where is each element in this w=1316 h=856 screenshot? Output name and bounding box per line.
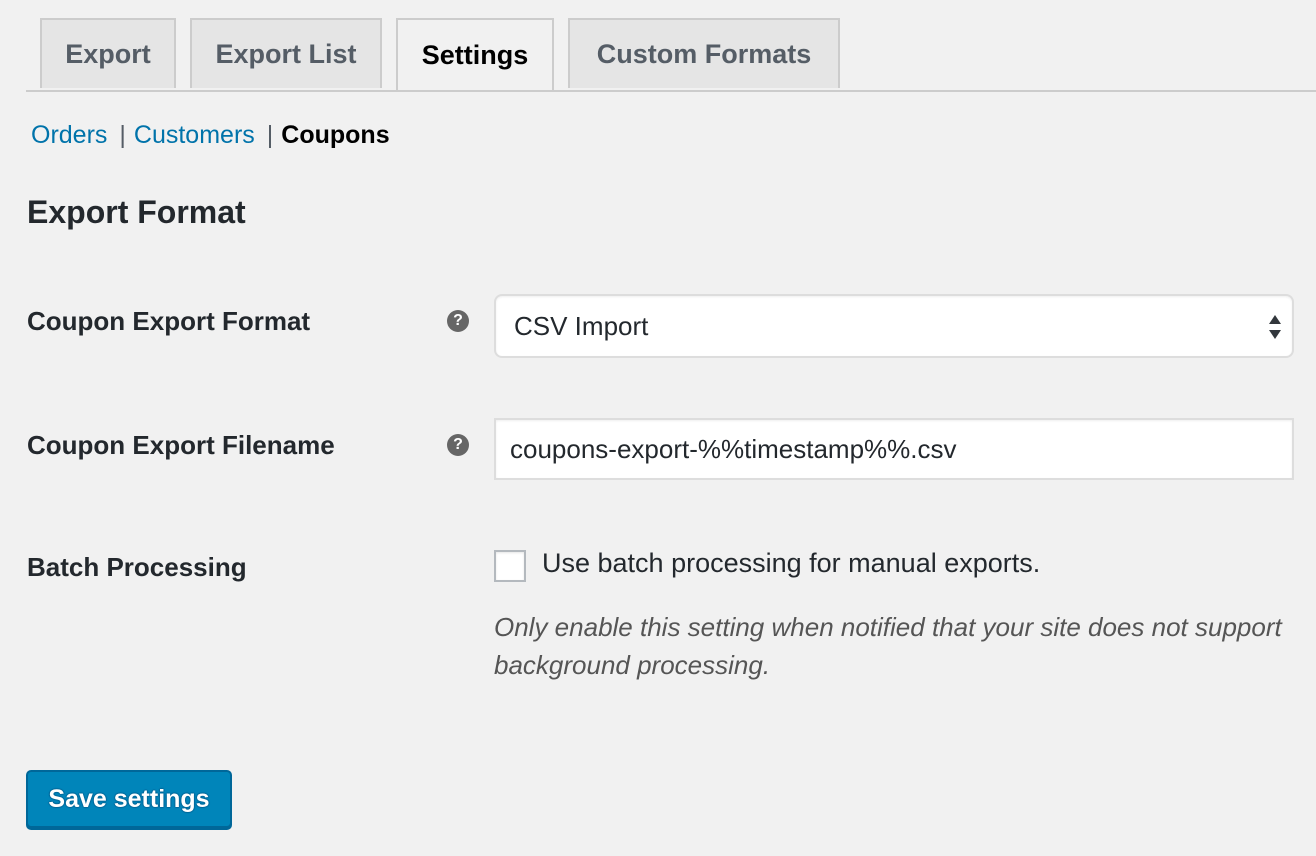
coupon-export-filename-label: Coupon Export Filename [27,430,335,460]
tab-export[interactable]: Export [40,18,176,88]
batch-processing-label: Batch Processing [27,552,247,582]
batch-processing-checkbox-label[interactable]: Use batch processing for manual exports. [542,548,1040,579]
coupon-export-filename-input[interactable] [494,418,1294,480]
save-settings-button[interactable]: Save settings [26,770,232,828]
subnav-orders-link[interactable]: Orders [31,118,107,152]
question-mark-icon[interactable]: ? [447,310,469,332]
subnav-coupons-current: Coupons [281,121,390,149]
tab-settings[interactable]: Settings [396,18,554,90]
settings-tab-bar: Export Export List Settings Custom Forma… [26,18,1316,92]
batch-processing-description: Only enable this setting when notified t… [494,612,1282,680]
section-title: Export Format [27,194,246,230]
question-mark-icon[interactable]: ? [447,434,469,456]
select-arrows-icon [1269,315,1281,339]
batch-processing-checkbox[interactable] [494,550,526,582]
tab-export-list[interactable]: Export List [190,18,382,88]
tab-custom-formats[interactable]: Custom Formats [568,18,840,88]
subnav-customers-link[interactable]: Customers [134,118,255,152]
subnav-separator: | [119,121,126,149]
settings-subnav: Orders | Customers | Coupons [31,118,390,152]
select-value: CSV Import [514,310,649,341]
coupon-export-format-label: Coupon Export Format [27,306,311,336]
coupon-export-format-select[interactable]: CSV Import [494,294,1294,358]
subnav-separator: | [266,121,274,149]
